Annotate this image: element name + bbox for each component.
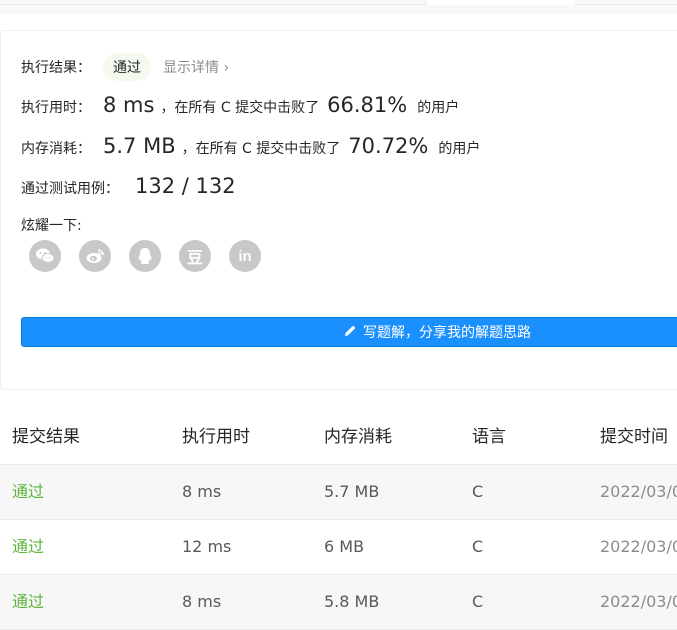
runtime-text: ，在所有 C 提交中击败了 [160,100,320,116]
top-tab-strip [0,0,677,14]
memory-text: ，在所有 C 提交中击败了 [181,141,341,157]
row-language: C [472,537,484,556]
runtime-value: 8 ms [103,93,155,117]
exec-result-label: 执行结果： [21,60,91,76]
tab-divider [575,4,677,5]
wechat-icon[interactable] [29,240,61,272]
table-header: 提交结果 执行用时 内存消耗 语言 提交时间 [0,410,677,465]
row-runtime: 8 ms [182,482,222,501]
runtime-suffix: 的用户 [417,100,460,116]
pencil-icon [344,324,357,341]
write-solution-button[interactable]: 写题解，分享我的解题思路 [21,317,677,347]
header-status: 提交结果 [12,427,80,447]
status-badge: 通过 [103,53,151,81]
table-row[interactable]: 通过 8 ms 5.8 MB C 2022/03/0 [0,575,677,630]
share-buttons: 豆 in [29,240,261,272]
memory-suffix: 的用户 [438,141,481,157]
linkedin-glyph: in [238,247,252,265]
memory-percent: 70.72% [348,134,429,158]
row-language: C [472,482,484,501]
exec-result-row: 执行结果： 通过 显示详情 › [21,53,229,81]
result-card: 执行结果： 通过 显示详情 › 执行用时： 8 ms ，在所有 C 提交中击败了… [0,30,677,390]
tests-row: 通过测试用例： 132 / 132 [21,174,242,198]
header-language: 语言 [472,427,506,447]
linkedin-icon[interactable]: in [229,240,261,272]
row-status-link[interactable]: 通过 [12,520,44,574]
weibo-icon[interactable] [79,240,111,272]
memory-value: 5.7 MB [103,134,176,158]
tests-label: 通过测试用例： [21,181,119,197]
submissions-table: 提交结果 执行用时 内存消耗 语言 提交时间 通过 8 ms 5.7 MB C … [0,410,677,630]
douban-glyph: 豆 [186,248,203,267]
header-runtime: 执行用时 [182,427,250,447]
memory-row: 内存消耗： 5.7 MB ，在所有 C 提交中击败了 70.72% 的用户 [21,134,480,158]
row-runtime: 12 ms [182,537,232,556]
header-time: 提交时间 [600,427,668,447]
row-memory: 6 MB [324,537,365,556]
memory-label: 内存消耗： [21,141,91,157]
row-status-link[interactable]: 通过 [12,465,44,519]
runtime-row: 执行用时： 8 ms ，在所有 C 提交中击败了 66.81% 的用户 [21,93,459,117]
header-memory: 内存消耗 [324,427,392,447]
table-row[interactable]: 通过 8 ms 5.7 MB C 2022/03/0 [0,465,677,520]
row-memory: 5.7 MB [324,482,380,501]
table-row[interactable]: 通过 12 ms 6 MB C 2022/03/0 [0,520,677,575]
runtime-label: 执行用时： [21,100,91,116]
show-details-link[interactable]: 显示详情 › [163,57,229,77]
write-solution-label: 写题解，分享我的解题思路 [363,325,531,341]
share-row-label: 炫耀一下: [21,215,82,235]
tab-divider [0,4,427,5]
runtime-percent: 66.81% [327,93,408,117]
douban-icon[interactable]: 豆 [179,240,211,272]
share-label: 炫耀一下: [21,218,82,234]
qq-icon[interactable] [129,240,161,272]
tests-value: 132 / 132 [135,174,236,198]
row-time: 2022/03/0 [600,482,677,501]
active-tab[interactable] [427,0,575,5]
row-time: 2022/03/0 [600,537,677,556]
